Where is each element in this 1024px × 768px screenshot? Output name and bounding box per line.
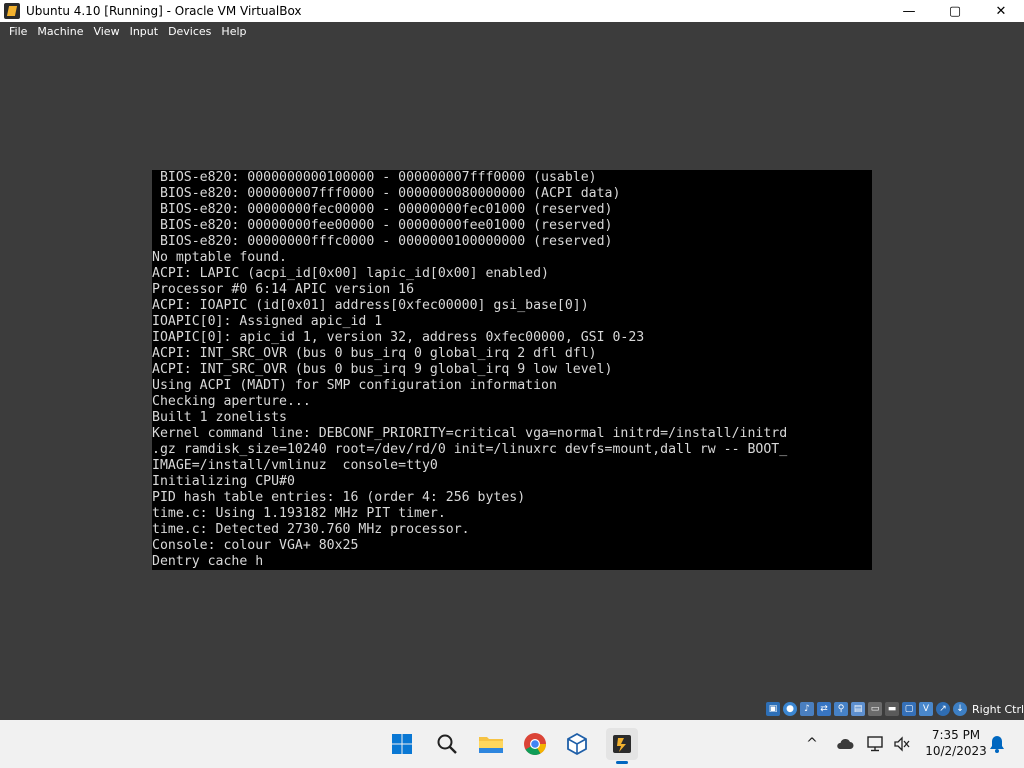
console-line: ACPI: LAPIC (acpi_id[0x00] lapic_id[0x00…: [152, 266, 549, 281]
console-line: Initializing CPU#0: [152, 474, 295, 489]
close-button[interactable]: ✕: [978, 0, 1024, 22]
console-line: ACPI: INT_SRC_OVR (bus 0 bus_irq 9 globa…: [152, 362, 613, 377]
console-line: BIOS-e820: 00000000fffc0000 - 0000000100…: [152, 234, 613, 249]
keyboard-icon[interactable]: ↓: [953, 702, 967, 716]
chrome-icon[interactable]: [519, 728, 551, 760]
console-line: IOAPIC[0]: Assigned apic_id 1: [152, 314, 383, 329]
console-line: BIOS-e820: 0000000000100000 - 000000007f…: [152, 170, 597, 185]
console-line: Dentry cache h: [152, 554, 264, 569]
console-line: BIOS-e820: 000000007fff0000 - 0000000080…: [152, 186, 621, 201]
start-icon[interactable]: [386, 728, 418, 760]
search-icon[interactable]: [431, 728, 463, 760]
shared-folders-icon[interactable]: ▤: [851, 702, 865, 716]
clock[interactable]: 7:35 PM 10/2/2023: [920, 727, 992, 759]
network-status-icon[interactable]: [865, 732, 887, 756]
menu-file[interactable]: File: [0, 22, 32, 42]
network-icon[interactable]: ⇄: [817, 702, 831, 716]
console-line: PID hash table entries: 16 (order 4: 256…: [152, 490, 526, 505]
recording-icon[interactable]: ▢: [902, 702, 916, 716]
notification-bell-icon[interactable]: [986, 732, 1008, 756]
host-key-label: Right Ctrl: [972, 702, 1024, 716]
hard-disk-icon[interactable]: ▣: [766, 702, 780, 716]
onedrive-icon[interactable]: [834, 732, 856, 756]
console-line: time.c: Detected 2730.760 MHz processor.: [152, 522, 470, 537]
console-line: ACPI: IOAPIC (id[0x01] address[0xfec0000…: [152, 298, 589, 313]
display-icon[interactable]: ▭: [868, 702, 882, 716]
vm-display[interactable]: BIOS-e820: 0000000000100000 - 000000007f…: [152, 170, 872, 570]
console-line: BIOS-e820: 00000000fec00000 - 00000000fe…: [152, 202, 613, 217]
optical-drive-icon[interactable]: ●: [783, 702, 797, 716]
console-line: Console: colour VGA+ 80x25: [152, 538, 359, 553]
active-app-indicator: [616, 761, 628, 764]
window-title: Ubuntu 4.10 [Running] - Oracle VM Virtua…: [26, 4, 302, 18]
menu-devices[interactable]: Devices: [163, 22, 216, 42]
tray-overflow-icon[interactable]: ^: [802, 732, 822, 756]
console-line: Using ACPI (MADT) for SMP configuration …: [152, 378, 557, 393]
virtualbox-manager-icon[interactable]: [561, 728, 593, 760]
menu-help[interactable]: Help: [216, 22, 251, 42]
virtualbox-icon: [4, 3, 20, 19]
maximize-button[interactable]: ▢: [932, 0, 978, 22]
audio-icon[interactable]: ♪: [800, 702, 814, 716]
console-line: IMAGE=/install/vmlinuz console=tty0: [152, 458, 438, 473]
file-explorer-icon[interactable]: [475, 728, 507, 760]
minimize-button[interactable]: —: [886, 0, 932, 22]
console-line: Processor #0 6:14 APIC version 16: [152, 282, 415, 297]
console-line: Checking aperture...: [152, 394, 311, 409]
usb-icon[interactable]: ⚲: [834, 702, 848, 716]
console-line: No mptable found.: [152, 250, 287, 265]
console-line: Kernel command line: DEBCONF_PRIORITY=cr…: [152, 426, 788, 441]
menubar: File Machine View Input Devices Help: [0, 22, 1024, 42]
volume-muted-icon[interactable]: [891, 732, 913, 756]
console-line: ACPI: INT_SRC_OVR (bus 0 bus_irq 0 globa…: [152, 346, 597, 361]
taskbar: ^ 7:35 PM 10/2/2023: [0, 720, 1024, 768]
video-capture-icon[interactable]: ▬: [885, 702, 899, 716]
cpu-icon[interactable]: V: [919, 702, 933, 716]
vm-statusbar: ▣ ● ♪ ⇄ ⚲ ▤ ▭ ▬ ▢ V ↗ ↓ Right Ctrl: [766, 699, 1024, 719]
virtualbox-vm-icon[interactable]: [606, 728, 638, 764]
console-line: .gz ramdisk_size=10240 root=/dev/rd/0 in…: [152, 442, 788, 457]
menu-input[interactable]: Input: [125, 22, 163, 42]
window-titlebar: Ubuntu 4.10 [Running] - Oracle VM Virtua…: [0, 0, 1024, 22]
console-line: Built 1 zonelists: [152, 410, 287, 425]
clock-time: 7:35 PM: [931, 728, 981, 742]
clock-date: 10/2/2023: [925, 744, 987, 758]
console-line: time.c: Using 1.193182 MHz PIT timer.: [152, 506, 446, 521]
console-line: BIOS-e820: 00000000fee00000 - 00000000fe…: [152, 218, 613, 233]
mouse-integration-icon[interactable]: ↗: [936, 702, 950, 716]
menu-machine[interactable]: Machine: [32, 22, 88, 42]
menu-view[interactable]: View: [88, 22, 124, 42]
console-line: IOAPIC[0]: apic_id 1, version 32, addres…: [152, 330, 645, 345]
